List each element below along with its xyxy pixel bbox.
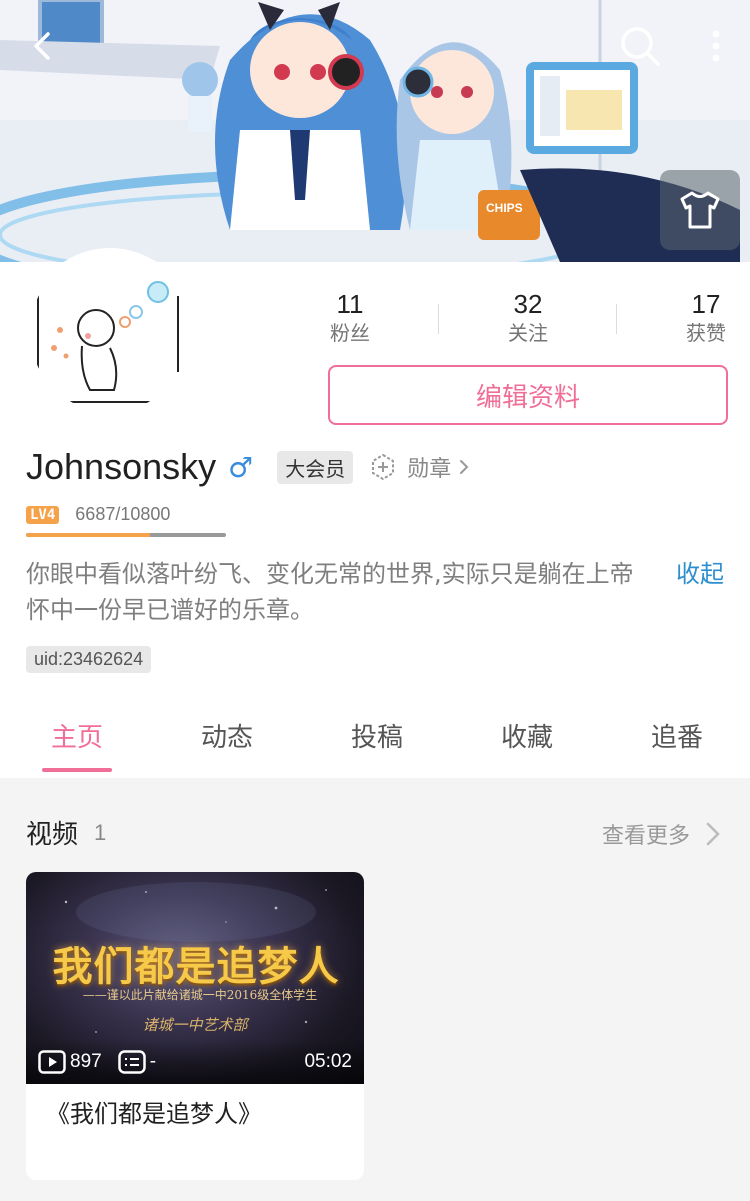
dress-up-button[interactable]: [660, 170, 740, 250]
stat-likes[interactable]: 17 获赞: [646, 288, 750, 346]
see-more-label: 查看更多: [601, 824, 690, 849]
play-icon: [38, 1050, 66, 1074]
thumbnail-studio: 诸城一中艺术部: [142, 1016, 248, 1034]
more-vertical-icon: [712, 30, 720, 62]
avatar-doodle-image: [30, 252, 190, 412]
stat-fans[interactable]: 11 粉丝: [290, 288, 410, 346]
medal-link[interactable]: 勋章: [369, 451, 471, 483]
tab-home[interactable]: 主页: [17, 718, 137, 758]
search-button[interactable]: [612, 18, 668, 74]
see-more-link[interactable]: 查看更多: [602, 818, 722, 850]
exp-progress-fill: [26, 533, 150, 537]
section-count: 1: [94, 819, 107, 845]
play-count: 897: [38, 1050, 102, 1074]
tab-dynamic[interactable]: 动态: [167, 718, 287, 758]
avatar[interactable]: [26, 248, 194, 416]
medal-icon: [372, 453, 395, 481]
exp-progress-bar: [26, 533, 226, 537]
user-signature: 你眼中看似落叶纷飞、变化无常的世界,实际只是躺在上帝怀中一份早已谱好的乐章。: [26, 560, 634, 624]
chevron-right-icon: [460, 460, 469, 474]
tab-uploads[interactable]: 投稿: [317, 718, 437, 758]
video-title: 《我们都是追梦人》: [46, 1100, 262, 1128]
danmaku-icon: [117, 1050, 146, 1074]
chevron-right-icon: [706, 822, 720, 846]
stat-label: 获赞: [686, 321, 726, 345]
header-banner: CHIPS: [0, 0, 750, 262]
danmaku-count: -: [117, 1050, 157, 1074]
chips-can-text: CHIPS: [486, 201, 523, 215]
back-button[interactable]: [14, 18, 70, 74]
thumbnail-title-art: 我们都是追梦人: [52, 943, 340, 990]
video-meta-bar: 897 - 05:02: [26, 1040, 364, 1084]
level-badge: LV4: [26, 505, 60, 524]
profile-tabs: 主页 动态 投稿 收藏 追番: [0, 706, 750, 778]
exp-text: 6687/10800: [75, 504, 171, 524]
section-title: 视频: [26, 820, 79, 850]
stat-divider: [616, 304, 617, 334]
uid-badge[interactable]: uid:23462624: [26, 646, 152, 673]
stat-label: 关注: [508, 321, 548, 345]
search-icon: [621, 27, 660, 66]
stat-following[interactable]: 32 关注: [468, 288, 588, 346]
tab-bangumi[interactable]: 追番: [617, 718, 737, 758]
main-content: 视频 1 查看更多 我们都是追梦人 ——谨以此片献给诸城一中2016级全体学生 …: [0, 778, 750, 1201]
video-thumbnail: 我们都是追梦人 ——谨以此片献给诸城一中2016级全体学生 诸城一中艺术部 89…: [26, 872, 364, 1084]
chevron-left-icon: [34, 32, 50, 60]
profile-stats: 11 粉丝 32 关注 17 获赞: [290, 288, 740, 348]
vip-badge[interactable]: 大会员: [277, 450, 354, 484]
male-icon: ♂: [228, 450, 254, 484]
tshirt-icon: [680, 191, 720, 229]
stat-divider: [438, 304, 439, 334]
play-count-value: 897: [70, 1051, 102, 1072]
name-row: Johnsonsky ♂ 大会员 勋章: [26, 444, 471, 490]
tab-active-indicator: [42, 768, 112, 772]
username: Johnsonsky: [26, 446, 217, 487]
video-duration: 05:02: [304, 1051, 352, 1072]
stat-number: 17: [691, 289, 721, 319]
danmaku-count-value: -: [149, 1051, 157, 1072]
medal-label: 勋章: [407, 457, 452, 482]
collapse-button[interactable]: 收起: [676, 556, 724, 592]
thumbnail-subtitle: ——谨以此片献给诸城一中2016级全体学生: [82, 988, 318, 1002]
stat-number: 11: [336, 289, 364, 319]
tab-favorites[interactable]: 收藏: [467, 718, 587, 758]
edit-profile-button[interactable]: 编辑资料: [328, 365, 728, 425]
stat-number: 32: [513, 289, 543, 319]
more-button[interactable]: [688, 18, 744, 74]
stat-label: 粉丝: [330, 321, 370, 345]
video-card[interactable]: 我们都是追梦人 ——谨以此片献给诸城一中2016级全体学生 诸城一中艺术部 89…: [26, 872, 364, 1180]
videos-section-header: 视频 1: [26, 814, 106, 851]
level-row: LV4 6687/10800: [26, 504, 170, 525]
